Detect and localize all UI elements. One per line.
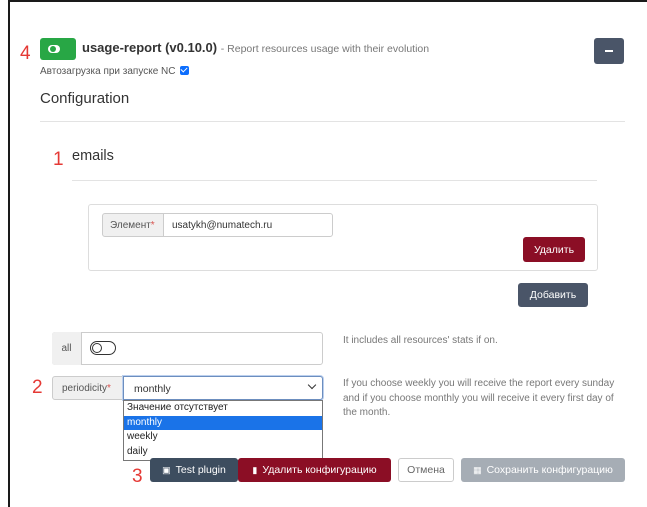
element-label: Элемент*	[102, 213, 164, 237]
annotation-marker-4: 4	[20, 43, 31, 64]
cancel-button[interactable]: Отмена	[398, 458, 454, 482]
element-label-text: Элемент	[110, 220, 151, 231]
delete-configuration-button[interactable]: ▮ Удалить конфигурацию	[238, 458, 391, 482]
annotation-marker-1: 1	[53, 149, 64, 170]
frame-border-top	[8, 0, 647, 2]
save-configuration-button[interactable]: ▦ Сохранить конфигурацию	[461, 458, 625, 482]
dropdown-option-none[interactable]: Значение отсутствует	[124, 401, 322, 416]
all-toggle-switch[interactable]	[90, 341, 116, 355]
test-plugin-label: Test plugin	[175, 464, 226, 476]
all-help-text: It includes all resources' stats if on.	[343, 335, 498, 346]
required-marker: *	[150, 220, 155, 231]
collapse-button[interactable]	[594, 38, 624, 64]
annotation-marker-3: 3	[132, 466, 143, 487]
test-plugin-button[interactable]: ▣ Test plugin	[150, 458, 238, 482]
email-element-input[interactable]	[163, 213, 333, 237]
emails-section-title: emails	[72, 148, 114, 164]
plugin-enable-toggle[interactable]	[40, 38, 76, 60]
all-label: all	[52, 332, 82, 365]
frame-border-left	[8, 0, 10, 507]
autoload-option: Автозагрузка при запуске NC	[40, 66, 190, 77]
delete-email-button[interactable]: Удалить	[523, 237, 585, 262]
plugin-header: usage-report (v0.10.0) - Report resource…	[82, 40, 429, 55]
divider	[40, 121, 625, 122]
plugin-icon: ▣	[162, 464, 171, 475]
add-email-button[interactable]: Добавить	[518, 283, 588, 307]
plugin-description: - Report resources usage with their evol…	[220, 43, 430, 55]
dropdown-option-monthly[interactable]: monthly	[124, 415, 322, 430]
autoload-checkbox[interactable]	[180, 66, 190, 75]
floppy-disk-icon: ▦	[473, 464, 482, 475]
periodicity-label-text: periodicity	[62, 383, 108, 394]
periodicity-label: periodicity*	[52, 376, 124, 400]
periodicity-help-text: If you choose weekly you will receive th…	[343, 378, 615, 418]
periodicity-select[interactable]: monthly	[123, 376, 323, 400]
required-marker: *	[107, 383, 111, 394]
dropdown-option-weekly[interactable]: weekly	[124, 430, 322, 445]
save-configuration-label: Сохранить конфигурацию	[486, 464, 613, 476]
annotation-marker-2: 2	[32, 377, 43, 398]
delete-configuration-label: Удалить конфигурацию	[262, 464, 377, 476]
divider	[72, 180, 597, 181]
configuration-title: Configuration	[40, 90, 130, 107]
autoload-label: Автозагрузка при запуске NC	[40, 66, 176, 77]
toggle-knob-icon	[50, 46, 56, 52]
trash-icon: ▮	[252, 464, 258, 475]
periodicity-dropdown: Значение отсутствует monthly weekly dail…	[123, 400, 323, 461]
plugin-name: usage-report (v0.10.0)	[82, 40, 218, 55]
dropdown-option-daily[interactable]: daily	[124, 445, 322, 460]
